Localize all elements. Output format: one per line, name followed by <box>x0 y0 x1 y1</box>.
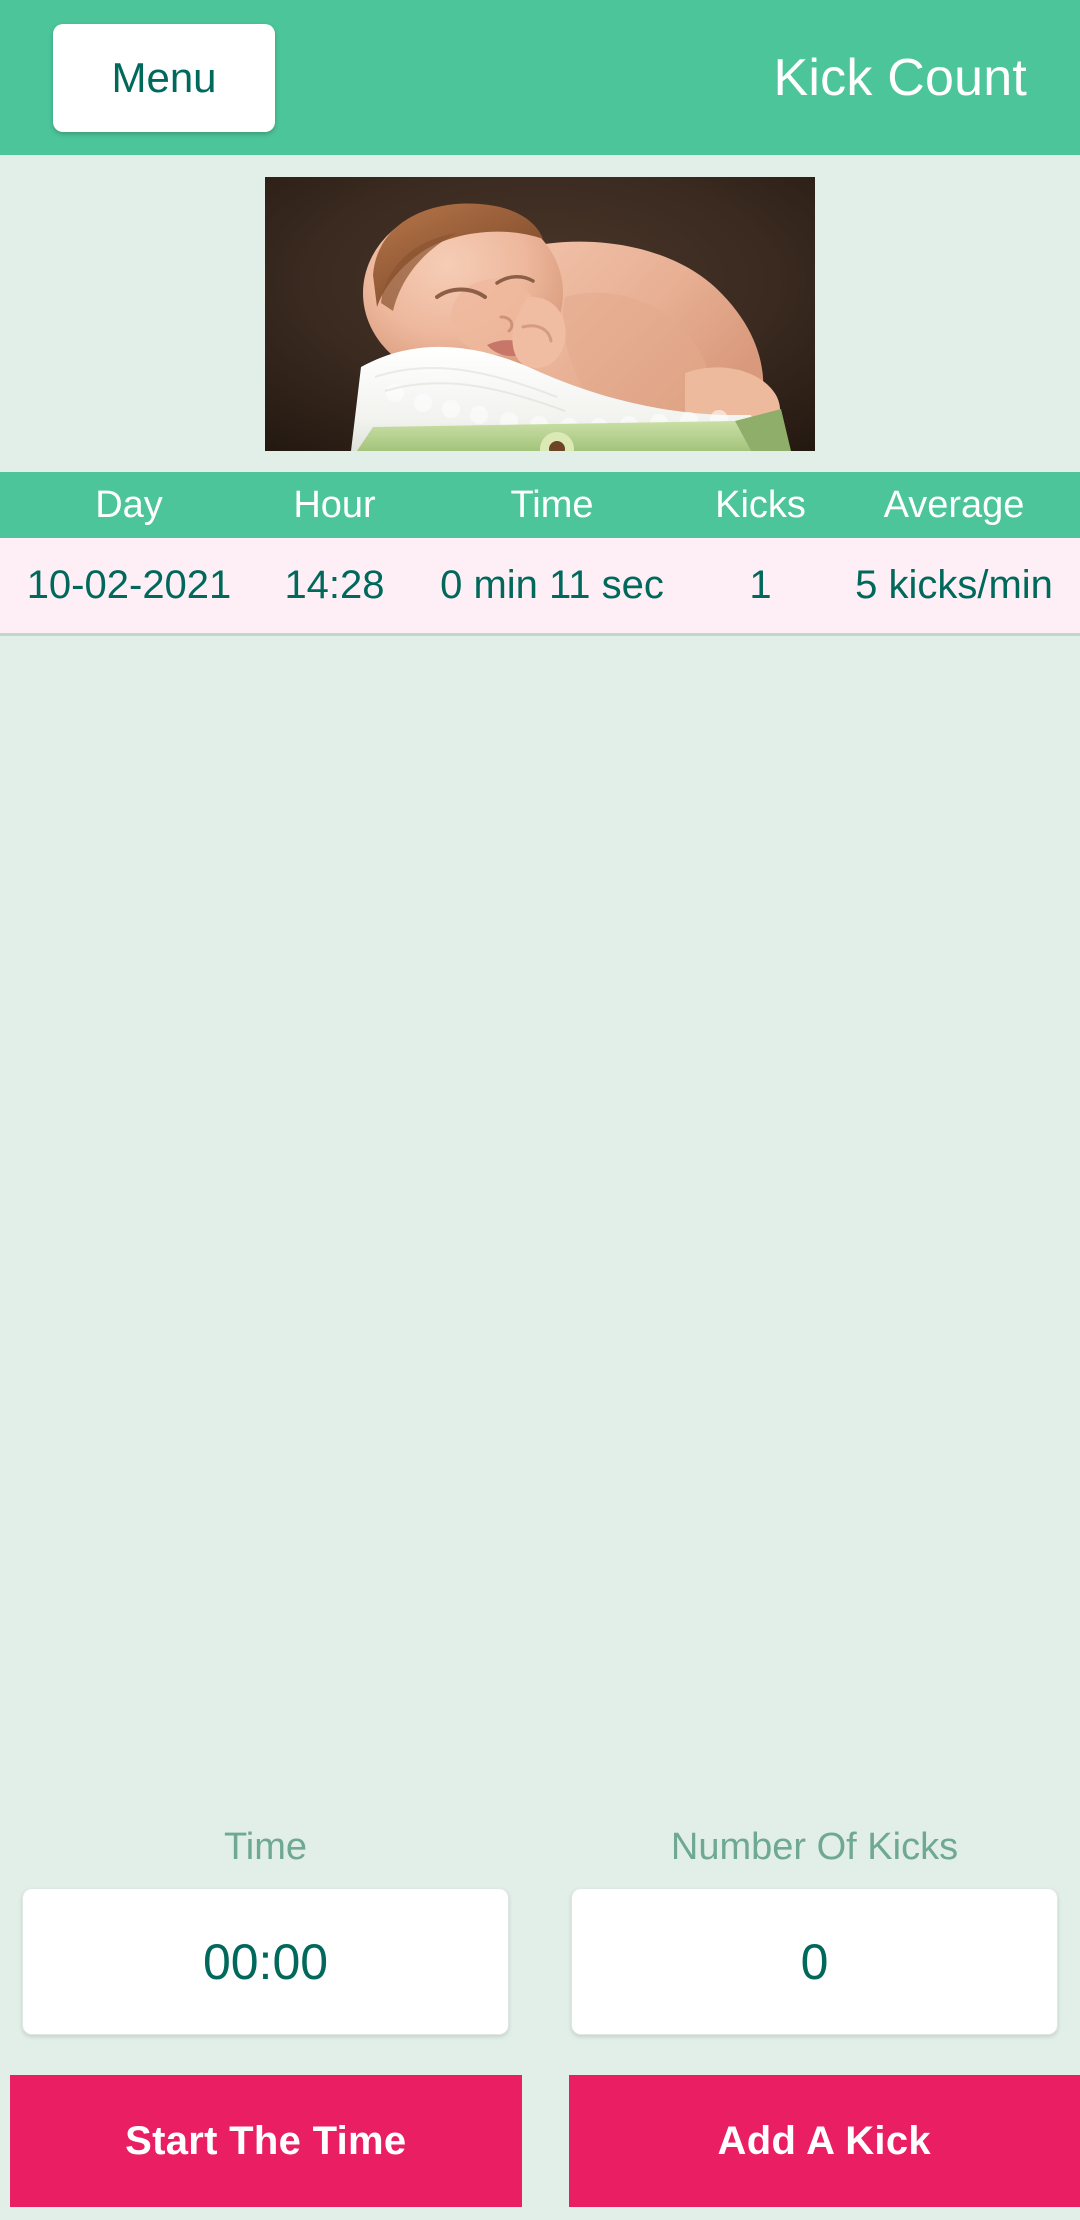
add-a-kick-button[interactable]: Add A Kick <box>568 2075 1080 2207</box>
column-header-time: Time <box>510 483 594 526</box>
column-header-kicks: Kicks <box>715 483 806 526</box>
fields-row: Time 00:00 Number Of Kicks 0 <box>0 1828 1080 2035</box>
app-bar: Menu Kick Count <box>0 0 1080 155</box>
kicks-field-group: Number Of Kicks 0 <box>571 1828 1058 2035</box>
start-the-time-button[interactable]: Start The Time <box>10 2075 522 2207</box>
kick-log-table: Day Hour Time Kicks Average 10-02-2021 1… <box>0 472 1080 636</box>
number-of-kicks-label: Number Of Kicks <box>670 1826 959 1868</box>
table-row[interactable]: 10-02-2021 14:28 0 min 11 sec 1 5 kicks/… <box>0 538 1080 636</box>
cell-average: 5 kicks/min <box>855 563 1053 607</box>
cell-time: 0 min 11 sec <box>440 563 664 607</box>
kicks-display[interactable]: 0 <box>571 1888 1058 2035</box>
time-field-group: Time 00:00 <box>22 1828 509 2035</box>
menu-button[interactable]: Menu <box>53 23 275 132</box>
kick-count-screen: Menu Kick Count Day Hour Time Kicks Aver… <box>0 0 1080 2220</box>
column-header-average: Average <box>883 483 1025 526</box>
cell-day: 10-02-2021 <box>26 563 232 607</box>
bottom-controls: Time 00:00 Number Of Kicks 0 Start The T… <box>0 1828 1080 2220</box>
baby-photo <box>265 176 815 451</box>
column-header-day: Day <box>95 483 163 526</box>
photo-area <box>0 155 1080 472</box>
page-title: Kick Count <box>773 48 1027 107</box>
table-header-row: Day Hour Time Kicks Average <box>0 472 1080 538</box>
actions-row: Start The Time Add A Kick <box>0 2035 1080 2207</box>
kick-log-empty-area <box>0 636 1080 1828</box>
cell-hour: 14:28 <box>284 563 385 607</box>
time-label: Time <box>223 1826 308 1868</box>
time-display[interactable]: 00:00 <box>22 1888 509 2035</box>
column-header-hour: Hour <box>293 483 376 526</box>
cell-kicks: 1 <box>749 563 772 607</box>
